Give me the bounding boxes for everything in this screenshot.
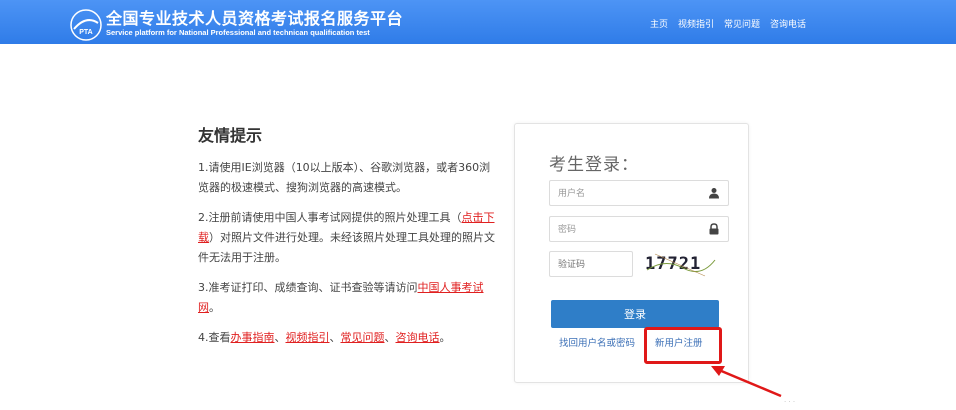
nav-home[interactable]: 主页: [650, 17, 668, 30]
site-subtitle: Service platform for National Profession…: [106, 28, 370, 37]
captcha-image[interactable]: 17721: [645, 250, 717, 278]
login-title: 考生登录：: [549, 155, 639, 175]
captcha-field: [549, 251, 633, 277]
login-button[interactable]: 登录: [551, 300, 719, 328]
tip-2-text-a: 2.注册前请使用中国人事考试网提供的照片处理工具（: [198, 211, 462, 224]
logo-icon: PTA: [70, 9, 102, 41]
tips-panel: 友情提示 1.请使用IE浏览器（10以上版本）、谷歌浏览器，或者360浏览器的极…: [198, 122, 500, 358]
site-title: 全国专业技术人员资格考试报名服务平台: [106, 9, 404, 28]
lock-icon: [709, 223, 719, 235]
nav-hotline[interactable]: 咨询电话: [770, 17, 806, 30]
tip-4-text-a: 4.查看: [198, 331, 231, 344]
username-field: [549, 180, 729, 206]
forgot-credentials-link[interactable]: 找回用户名或密码: [559, 335, 635, 349]
tips-heading: 友情提示: [198, 126, 263, 145]
tip-2: 2.注册前请使用中国人事考试网提供的照片处理工具（点击下载）对照片文件进行处理。…: [198, 208, 500, 268]
user-icon: [709, 188, 719, 199]
tip-2-text-b: ）对照片文件进行处理。未经该照片处理工具处理的照片文件无法用于注册。: [198, 231, 495, 264]
top-header: PTA 全国专业技术人员资格考试报名服务平台 Service platform …: [0, 0, 956, 44]
nav-faq[interactable]: 常见问题: [724, 17, 760, 30]
password-field: [549, 216, 729, 242]
tip-3: 3.准考证打印、成绩查询、证书查验等请访问中国人事考试网。: [198, 278, 500, 318]
video-guide-link[interactable]: 视频指引: [286, 331, 330, 344]
tip-4-sep: 、: [274, 331, 286, 344]
tip-3-text-b: 。: [209, 301, 220, 314]
faq-link[interactable]: 常见问题: [341, 331, 385, 344]
nav-video-guide[interactable]: 视频指引: [678, 17, 714, 30]
tip-4-sep: 、: [384, 331, 396, 344]
captcha-input[interactable]: [550, 253, 630, 277]
hotline-link[interactable]: 咨询电话: [396, 331, 440, 344]
tip-1: 1.请使用IE浏览器（10以上版本）、谷歌浏览器，或者360浏览器的极速模式、搜…: [198, 161, 491, 194]
tip-4-text-b: 。: [439, 331, 451, 344]
corner-mark: · · ·: [784, 398, 796, 406]
tip-4-sep: 、: [329, 331, 341, 344]
tip-3-text-a: 3.准考证打印、成绩查询、证书查验等请访问: [198, 281, 418, 294]
captcha-text: 17721: [645, 254, 702, 274]
top-nav: 主页 视频指引 常见问题 咨询电话: [640, 17, 806, 30]
tip-4: 4.查看办事指南、视频指引、常见问题、咨询电话。: [198, 328, 500, 348]
password-input[interactable]: [550, 218, 700, 242]
guide-link[interactable]: 办事指南: [231, 331, 275, 344]
register-highlight-box: [644, 327, 722, 364]
svg-text:PTA: PTA: [79, 29, 92, 36]
username-input[interactable]: [550, 182, 700, 206]
annotation-arrow-icon: [711, 366, 782, 398]
